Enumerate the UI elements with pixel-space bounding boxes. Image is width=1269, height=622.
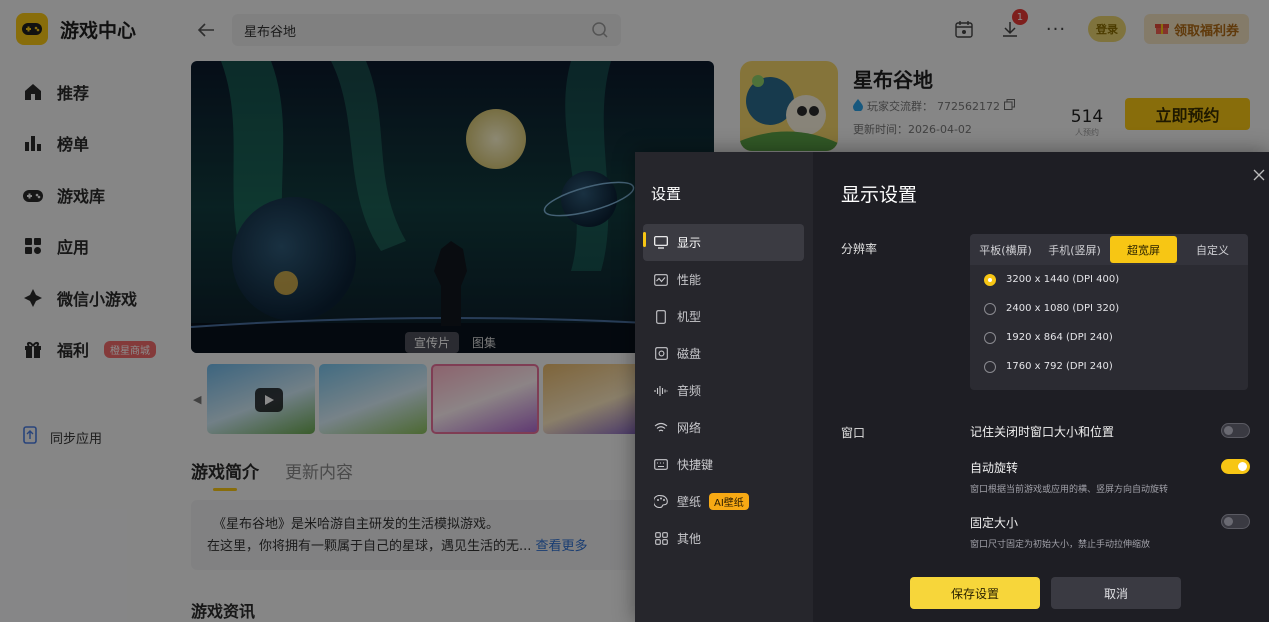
settings-sidebar: 设置 显示 性能 机型 磁盘 音频 网络 快捷键 壁纸 AI壁纸 其他	[635, 152, 813, 622]
tab-phone-portrait[interactable]: 手机(竖屏)	[1041, 236, 1108, 263]
settings-item-label: 网络	[677, 421, 702, 435]
window-option-fixed-size: 固定大小 窗口尺寸固定为初始大小，禁止手动拉伸缩放	[970, 514, 1250, 550]
remember-size-toggle[interactable]	[1221, 423, 1250, 438]
settings-item-label: 显示	[677, 236, 702, 250]
settings-title: 设置	[651, 185, 682, 203]
audio-icon	[653, 383, 669, 399]
settings-item-audio[interactable]: 音频	[643, 372, 804, 409]
settings-item-other[interactable]: 其他	[643, 520, 804, 557]
window-label: 窗口	[841, 426, 866, 440]
settings-item-label: 音频	[677, 384, 702, 398]
settings-item-network[interactable]: 网络	[643, 409, 804, 446]
tab-ultrawide[interactable]: 超宽屏	[1110, 236, 1177, 263]
radio-button[interactable]	[984, 360, 996, 373]
fixed-size-toggle[interactable]	[1221, 514, 1250, 529]
performance-icon	[653, 272, 669, 288]
settings-item-display[interactable]: 显示	[643, 224, 804, 261]
save-settings-button[interactable]: 保存设置	[910, 577, 1040, 609]
settings-item-label: 其他	[677, 532, 702, 546]
settings-item-label: 快捷键	[677, 458, 714, 472]
window-option-desc: 窗口尺寸固定为初始大小，禁止手动拉伸缩放	[970, 540, 1151, 550]
radio-button-selected[interactable]	[984, 273, 996, 286]
settings-item-shortcuts[interactable]: 快捷键	[643, 446, 804, 483]
resolution-option-label: 1760 x 792 (DPI 240)	[1006, 361, 1113, 372]
grid-icon	[653, 531, 669, 547]
settings-dialog: 设置 显示 性能 机型 磁盘 音频 网络 快捷键 壁纸 AI壁纸 其他 显示设置…	[635, 152, 1269, 622]
window-option-auto-rotate: 自动旋转 窗口根据当前游戏或应用的横、竖屏方向自动旋转	[970, 459, 1250, 495]
settings-item-wallpaper[interactable]: 壁纸 AI壁纸	[643, 483, 804, 520]
resolution-option[interactable]: 1920 x 864 (DPI 240)	[970, 323, 1248, 352]
settings-item-label: 机型	[677, 310, 702, 324]
palette-icon	[653, 494, 669, 510]
resolution-label: 分辨率	[841, 242, 878, 256]
window-option-desc: 窗口根据当前游戏或应用的横、竖屏方向自动旋转	[970, 485, 1169, 495]
monitor-icon	[653, 235, 669, 251]
window-option-title: 固定大小	[970, 516, 1019, 530]
cancel-button[interactable]: 取消	[1051, 577, 1181, 609]
display-settings-title: 显示设置	[841, 184, 918, 206]
window-option-remember-size: 记住关闭时窗口大小和位置	[970, 423, 1250, 440]
settings-item-label: 性能	[677, 273, 702, 287]
resolution-option-label: 1920 x 864 (DPI 240)	[1006, 332, 1113, 343]
resolution-option[interactable]: 1760 x 792 (DPI 240)	[970, 352, 1248, 381]
settings-menu: 显示 性能 机型 磁盘 音频 网络 快捷键 壁纸 AI壁纸 其他	[643, 224, 804, 557]
window-option-title: 记住关闭时窗口大小和位置	[970, 425, 1115, 439]
disk-icon	[653, 346, 669, 362]
settings-item-disk[interactable]: 磁盘	[643, 335, 804, 372]
resolution-option-label: 2400 x 1080 (DPI 320)	[1006, 303, 1120, 314]
resolution-option-label: 3200 x 1440 (DPI 400)	[1006, 274, 1120, 285]
radio-button[interactable]	[984, 331, 996, 344]
display-settings-panel: 显示设置 分辨率 平板(横屏) 手机(竖屏) 超宽屏 自定义 3200 x 14…	[813, 152, 1269, 622]
phone-icon	[653, 309, 669, 325]
tab-custom[interactable]: 自定义	[1179, 236, 1246, 263]
keyboard-icon	[653, 457, 669, 473]
radio-button[interactable]	[984, 302, 996, 315]
settings-item-performance[interactable]: 性能	[643, 261, 804, 298]
resolution-option[interactable]: 3200 x 1440 (DPI 400)	[970, 265, 1248, 294]
settings-item-device-model[interactable]: 机型	[643, 298, 804, 335]
resolution-panel: 平板(横屏) 手机(竖屏) 超宽屏 自定义 3200 x 1440 (DPI 4…	[970, 234, 1248, 390]
tab-tablet-landscape[interactable]: 平板(横屏)	[972, 236, 1039, 263]
ai-wallpaper-badge: AI壁纸	[709, 493, 749, 510]
window-option-title: 自动旋转	[970, 461, 1019, 475]
resolution-option[interactable]: 2400 x 1080 (DPI 320)	[970, 294, 1248, 323]
settings-item-label: 壁纸	[677, 495, 702, 509]
resolution-tabs: 平板(横屏) 手机(竖屏) 超宽屏 自定义	[970, 234, 1248, 265]
wifi-icon	[653, 420, 669, 436]
auto-rotate-toggle[interactable]	[1221, 459, 1250, 474]
settings-item-label: 磁盘	[677, 347, 702, 361]
close-icon[interactable]	[1253, 166, 1269, 182]
